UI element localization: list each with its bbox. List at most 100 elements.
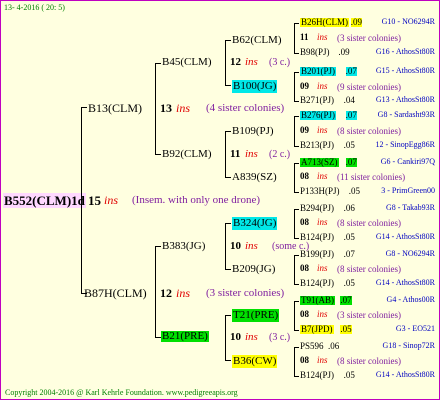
connector [294,72,295,102]
g1-ins: ins [176,286,191,300]
g4-queen: B124(PJ) [300,278,335,288]
connector [225,40,226,86]
g3-name: B100(JG) [232,80,278,93]
connector [225,360,231,361]
connector [155,154,161,155]
g2-name: B45(CLM) [162,56,212,68]
g2-note: (3 c.) [269,332,291,343]
g3-number: 08 [300,263,309,273]
g4-queen: B98(PJ) [300,47,330,57]
g4-queen: T91(AB) [300,295,335,305]
g3-name: B36(CW) [232,355,278,368]
g2-name: B383(JG) [162,240,206,252]
g4-year: .09 [350,17,363,27]
g4-father: G10 - NO6294R [381,17,435,26]
g3-note: (8 sister colonies) [337,126,401,136]
g3-name: T21(PRE) [232,309,280,322]
g4-father: G16 - AthosSt80R [375,47,435,56]
connector [294,238,299,239]
g4-father: G18 - Sinop72R [382,341,435,350]
g4-father: G3 - EO521 [395,324,435,333]
g1-note: (4 sister colonies) [206,102,285,114]
g1-note: (3 sister colonies) [206,287,285,299]
connector [225,223,231,224]
connector [155,246,161,247]
root-number: 15 [88,193,101,208]
connector [294,163,299,164]
g4-year: .07 [345,110,357,120]
g4-year: .06 [328,341,340,351]
connector [155,63,161,64]
g3-ins: ins [317,217,328,227]
g4-queen: B271(PJ) [300,95,335,105]
g2-number: 10 [230,331,241,343]
connector [225,315,226,361]
g4-queen: B7(JPD) [300,324,334,334]
copyright: Copyright 2004-2016 @ Karl Kehrle Founda… [5,388,238,397]
g2-number: 10 [230,240,241,252]
g2-note: (3 c.) [269,57,291,68]
root-ins: ins [104,193,119,207]
g1-name: B13(CLM) [88,101,142,115]
g4-father: G13 - AthosSt80R [375,95,435,104]
g4-year: .05 [343,232,355,242]
g4-father: G8 - Sardasht93R [377,110,435,119]
g4-queen: B124(PJ) [300,370,335,380]
g4-queen: B199(PJ) [300,249,335,259]
g3-note: (3 sister colonies) [337,310,401,320]
g4-father: G8 - NO6294R [385,249,435,258]
root-note: (Insem. with only one drone) [132,194,260,206]
g4-queen: B294(PJ) [300,203,335,213]
g2-number: 11 [230,148,241,160]
g1-name: B87H(CLM) [84,286,147,300]
connector [155,63,156,155]
g4-father: 12 - SinopEgg86R [375,140,435,149]
g4-year: .06 [343,203,355,213]
g4-queen: B276(PJ) [300,110,337,120]
connector [225,223,226,270]
g4-father: G14 - AthosSt80R [375,232,435,241]
g3-ins: ins [317,125,328,135]
connector [294,301,295,331]
connector [225,40,231,41]
connector [294,301,299,302]
g3-note: (3 sister colonies) [337,33,401,43]
g2-ins: ins [245,148,258,160]
g4-queen: B124(PJ) [300,232,335,242]
g3-name: B62(CLM) [232,34,282,46]
g4-year: .04 [343,95,355,105]
connector [294,116,299,117]
g4-year: .09 [338,47,350,57]
g2-number: 12 [230,56,241,68]
g4-queen: B213(PJ) [300,140,335,150]
g2-name: B92(CLM) [162,148,212,160]
g4-year: .05 [343,370,355,380]
g1-number: 12 [160,286,172,300]
g1-number: 13 [160,101,172,115]
g2-ins: ins [245,331,258,343]
g3-note: (8 sister colonies) [337,218,401,228]
connector [81,107,82,294]
g4-year: .07 [343,249,355,259]
connector [294,347,295,377]
g3-name: B209(JG) [232,263,276,275]
connector [294,23,295,54]
g1-ins: ins [176,101,191,115]
g4-year: .05 [343,140,355,150]
g3-number: 08 [300,171,309,181]
g3-number: 08 [300,309,309,319]
g3-name: A839(SZ) [232,171,277,183]
g3-note: (8 sister colonies) [337,356,401,366]
g2-note: (2 c.) [269,149,291,160]
connector [294,376,299,377]
g4-year: .05 [348,186,361,196]
connector [225,131,226,178]
g3-name: B324(JG) [232,217,278,230]
connector [225,269,231,270]
connector [294,163,295,193]
g3-ins: ins [317,263,328,273]
g3-ins: ins [317,81,328,91]
g3-number: 11 [300,32,309,42]
g4-father: G15 - AthosSt80R [375,66,435,75]
g4-father: G4 - Athos00R [386,295,435,304]
